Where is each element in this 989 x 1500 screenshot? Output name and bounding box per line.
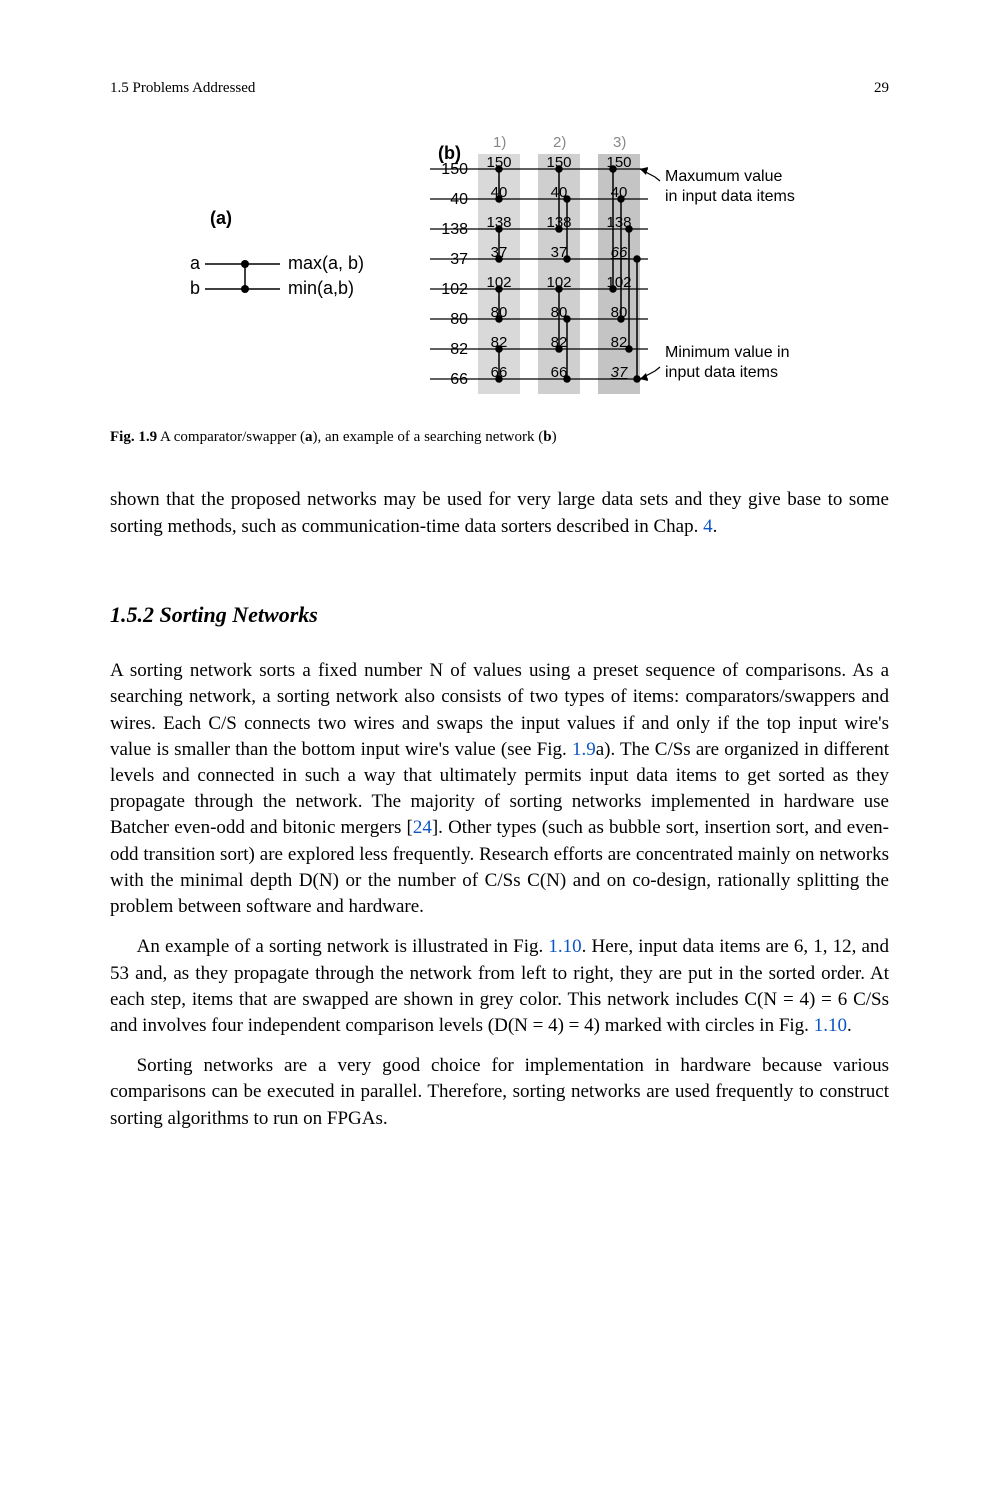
svg-text:37: 37 [550, 244, 567, 261]
phase-3: 3) [613, 134, 626, 151]
panel-b-label: (b) [438, 143, 461, 163]
svg-text:102: 102 [546, 274, 571, 291]
panel-a-output-max: max(a, b) [288, 253, 364, 273]
panel-a-input-a: a [190, 253, 201, 273]
svg-text:102: 102 [486, 274, 511, 291]
panel-a-output-min: min(a,b) [288, 278, 354, 298]
svg-text:66: 66 [610, 244, 627, 261]
phase-1: 1) [493, 134, 506, 151]
svg-text:150: 150 [546, 154, 571, 171]
svg-text:138: 138 [546, 214, 571, 231]
phase-2: 2) [553, 134, 566, 151]
figure-1-9-caption: Fig. 1.9 A comparator/swapper (a), an ex… [110, 427, 889, 448]
svg-text:37: 37 [490, 244, 507, 261]
svg-text:80: 80 [610, 304, 627, 321]
page-header: 1.5 Problems Addressed 29 [110, 78, 889, 99]
svg-text:66: 66 [550, 364, 567, 381]
svg-text:80: 80 [490, 304, 507, 321]
ref-24-link[interactable]: 24 [413, 817, 432, 838]
annotation-min-line2: input data items [665, 364, 778, 381]
paragraph-3: An example of a sorting network is illus… [110, 934, 889, 1039]
annotation-max-line2: in input data items [665, 188, 795, 205]
svg-text:150: 150 [606, 154, 631, 171]
svg-text:150: 150 [486, 154, 511, 171]
annotation-max-line1: Maxumum value [665, 168, 782, 185]
annotation-min-line1: Minimum value in [665, 344, 789, 361]
page-number: 29 [874, 78, 889, 99]
svg-text:37: 37 [610, 364, 627, 381]
section-1-5-2-heading: 1.5.2 Sorting Networks [110, 600, 889, 630]
paragraph-4: Sorting networks are a very good choice … [110, 1053, 889, 1132]
panel-b-left-values: 150 40 138 37 102 80 82 66 [441, 161, 468, 388]
figure-1-9-svg: (a) a b max(a, b) min(a,b) (b) 1) 2) 3) [130, 129, 870, 409]
lead-in-paragraph: shown that the proposed networks may be … [110, 487, 889, 539]
svg-text:138: 138 [486, 214, 511, 231]
svg-text:66: 66 [490, 364, 507, 381]
chapter-4-link[interactable]: 4 [703, 516, 713, 537]
fig-1-10-link-b[interactable]: 1.10 [814, 1015, 847, 1036]
fig-1-10-link-a[interactable]: 1.10 [548, 936, 581, 957]
svg-text:82: 82 [490, 334, 507, 351]
svg-text:40: 40 [550, 184, 567, 201]
svg-text:102: 102 [606, 274, 631, 291]
svg-text:82: 82 [550, 334, 567, 351]
panel-a-label: (a) [210, 208, 232, 228]
svg-text:40: 40 [610, 184, 627, 201]
panel-a-input-b: b [190, 278, 200, 298]
svg-text:40: 40 [490, 184, 507, 201]
section-label: 1.5 Problems Addressed [110, 78, 255, 99]
fig-1-9-link[interactable]: 1.9 [572, 739, 596, 760]
paragraph-2: A sorting network sorts a fixed number N… [110, 658, 889, 920]
svg-text:82: 82 [610, 334, 627, 351]
svg-text:80: 80 [550, 304, 567, 321]
figure-1-9: (a) a b max(a, b) min(a,b) (b) 1) 2) 3) [110, 129, 889, 448]
svg-text:138: 138 [606, 214, 631, 231]
